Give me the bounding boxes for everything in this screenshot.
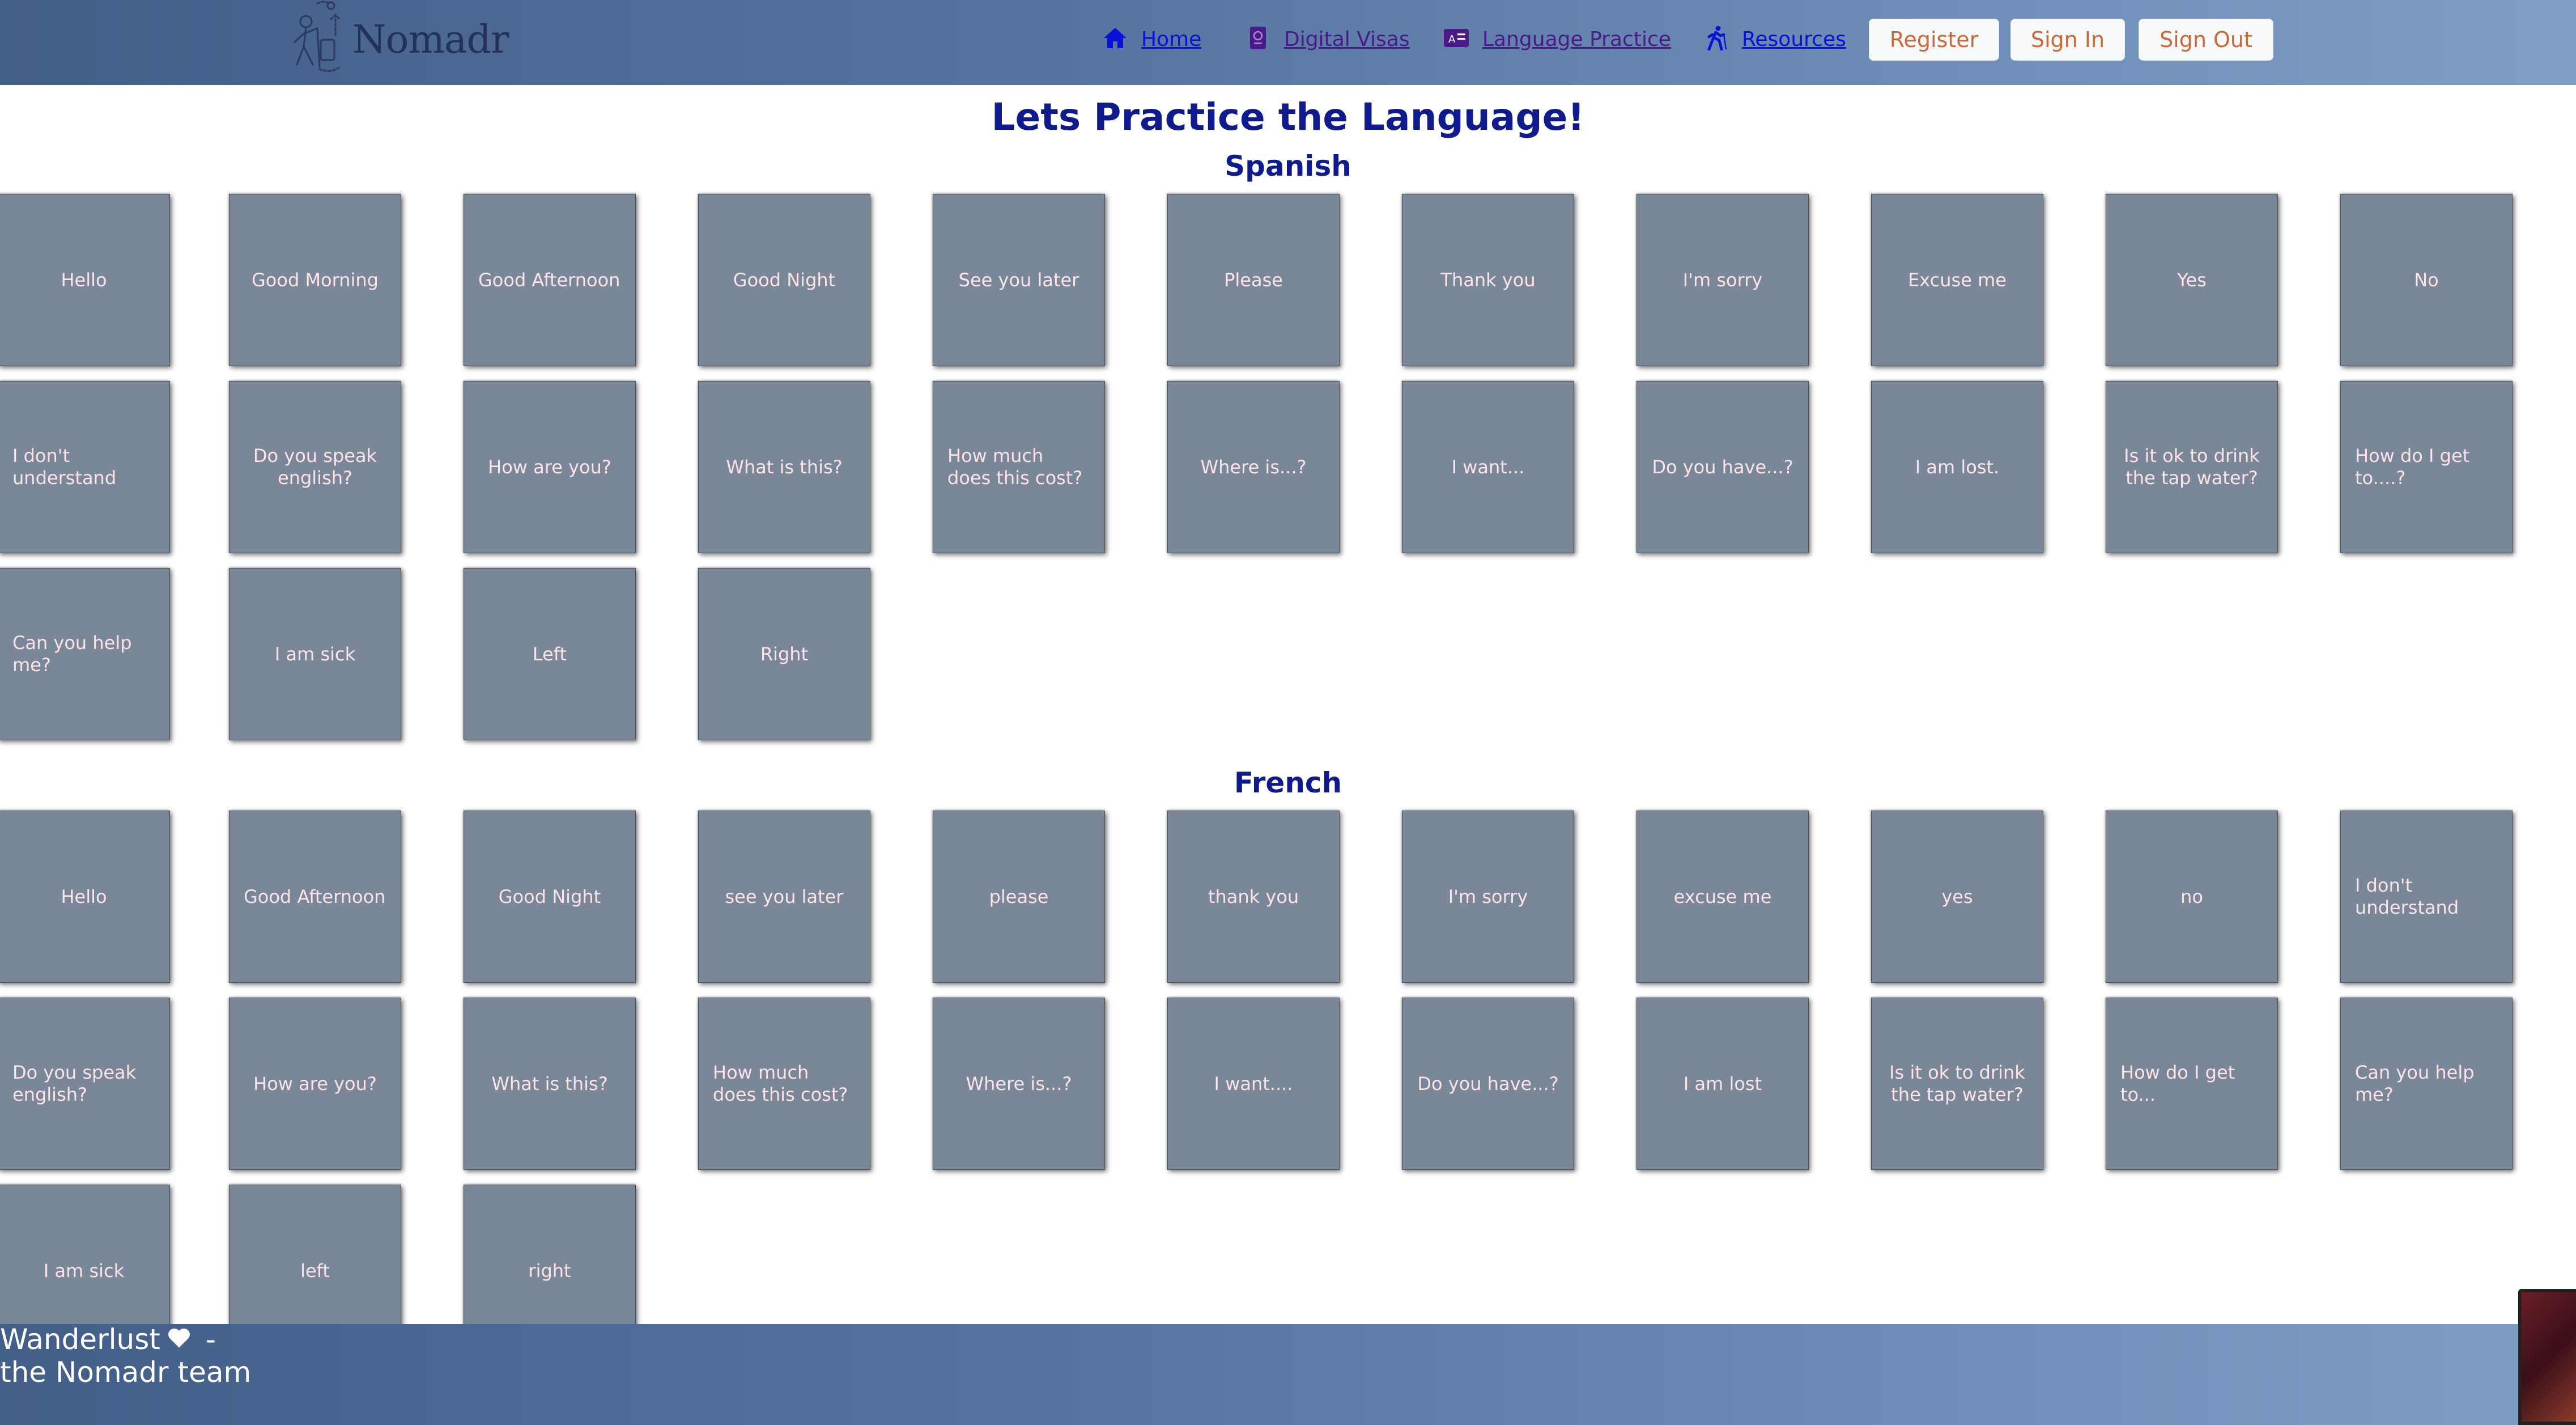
phrase-card[interactable]: Is it ok to drink the tap water? <box>2106 381 2278 553</box>
sign-in-button[interactable]: Sign In <box>2010 19 2125 61</box>
phrase-card[interactable]: no <box>2106 811 2278 983</box>
phrase-card[interactable]: I don't understand <box>2340 811 2513 983</box>
footer <box>0 1324 2576 1425</box>
footer-dash: - <box>205 1323 216 1356</box>
section-title-spanish: Spanish <box>1225 150 1351 183</box>
phrase-card[interactable]: I am lost. <box>1871 381 2043 553</box>
nav-resources[interactable]: Resources <box>1702 22 1846 56</box>
phrase-card[interactable]: excuse me <box>1636 811 1809 983</box>
phrase-card[interactable]: Is it ok to drink the tap water? <box>1871 998 2043 1170</box>
phrase-card[interactable]: Good Night <box>464 811 636 983</box>
phrase-card[interactable]: Where is...? <box>933 998 1105 1170</box>
nav-resources-link[interactable]: Resources <box>1742 28 1846 51</box>
phrase-card[interactable]: Can you help me? <box>0 568 170 740</box>
phrase-card[interactable]: thank you <box>1167 811 1340 983</box>
nav-home-link[interactable]: Home <box>1141 28 1201 51</box>
home-icon <box>1102 24 1129 54</box>
phrase-card[interactable]: Where is...? <box>1167 381 1340 553</box>
phrase-card[interactable]: Right <box>698 568 870 740</box>
phrase-card[interactable]: I'm sorry <box>1636 194 1809 366</box>
heart-icon <box>160 1323 206 1356</box>
phrase-card[interactable]: How do I get to....? <box>2340 381 2513 553</box>
passport-icon <box>1244 24 1272 54</box>
phrase-card[interactable]: Hello <box>0 194 170 366</box>
phrase-card[interactable]: yes <box>1871 811 2043 983</box>
phrase-card[interactable]: See you later <box>933 194 1105 366</box>
nav-home[interactable]: Home <box>1102 22 1201 56</box>
page-title: Lets Practice the Language! <box>991 95 1585 139</box>
svg-text:A: A <box>1448 33 1456 45</box>
phrase-card[interactable]: What is this? <box>464 998 636 1170</box>
phrase-card[interactable]: Good Night <box>698 194 870 366</box>
phrase-card[interactable]: Good Afternoon <box>229 811 401 983</box>
phrase-card[interactable]: Excuse me <box>1871 194 2043 366</box>
register-button[interactable]: Register <box>1869 19 1999 61</box>
phrase-card[interactable]: I want.... <box>1167 998 1340 1170</box>
phrase-card[interactable]: Can you help me? <box>2340 998 2513 1170</box>
nav-language-practice[interactable]: A Language Practice <box>1443 22 1671 56</box>
brand-name: Nomadr <box>352 17 509 62</box>
phrase-card[interactable]: How are you? <box>229 998 401 1170</box>
sign-out-button[interactable]: Sign Out <box>2139 19 2273 61</box>
footer-signoff-line2: the Nomadr team <box>0 1356 252 1389</box>
phrase-card[interactable]: Do you have...? <box>1402 998 1574 1170</box>
top-navbar: Nomadr Home Digital Visas A Language Pra… <box>0 0 2576 85</box>
footer-signoff-line1: Wanderlust - <box>0 1323 216 1356</box>
nav-digital-visas-link[interactable]: Digital Visas <box>1284 28 1410 51</box>
phrase-card[interactable]: How much does this cost? <box>698 998 870 1170</box>
phrase-card[interactable]: Please <box>1167 194 1340 366</box>
video-thumbnail[interactable] <box>2518 1289 2576 1425</box>
phrase-card[interactable]: How do I get to... <box>2106 998 2278 1170</box>
phrase-card[interactable]: How much does this cost? <box>933 381 1105 553</box>
phrase-card[interactable]: Do you have...? <box>1636 381 1809 553</box>
nav-digital-visas[interactable]: Digital Visas <box>1244 22 1410 56</box>
phrase-card[interactable]: What is this? <box>698 381 870 553</box>
phrase-card[interactable]: I'm sorry <box>1402 811 1574 983</box>
phrase-card[interactable]: No <box>2340 194 2513 366</box>
brand-logo[interactable]: Nomadr <box>283 0 509 79</box>
phrase-card[interactable]: I am lost <box>1636 998 1809 1170</box>
phrase-card[interactable]: Good Afternoon <box>464 194 636 366</box>
section-title-french: French <box>1234 766 1342 799</box>
phrase-card[interactable]: see you later <box>698 811 870 983</box>
phrase-card[interactable]: I want... <box>1402 381 1574 553</box>
phrase-card[interactable]: Left <box>464 568 636 740</box>
phrase-card[interactable]: Thank you <box>1402 194 1574 366</box>
phrase-card[interactable]: I don't understand <box>0 381 170 553</box>
phrase-card[interactable]: Do you speak english? <box>0 998 170 1170</box>
phrase-card[interactable]: Yes <box>2106 194 2278 366</box>
nav-language-practice-link[interactable]: Language Practice <box>1482 28 1671 51</box>
phrase-card[interactable]: How are you? <box>464 381 636 553</box>
traveler-icon <box>283 0 351 80</box>
phrase-card[interactable]: please <box>933 811 1105 983</box>
phrase-card[interactable]: Good Morning <box>229 194 401 366</box>
footer-wanderlust-text: Wanderlust <box>0 1323 160 1356</box>
phrase-card[interactable]: I am sick <box>229 568 401 740</box>
hiker-icon <box>1702 24 1729 54</box>
language-icon: A <box>1443 24 1470 54</box>
phrase-card[interactable]: Hello <box>0 811 170 983</box>
phrase-card[interactable]: Do you speak english? <box>229 381 401 553</box>
